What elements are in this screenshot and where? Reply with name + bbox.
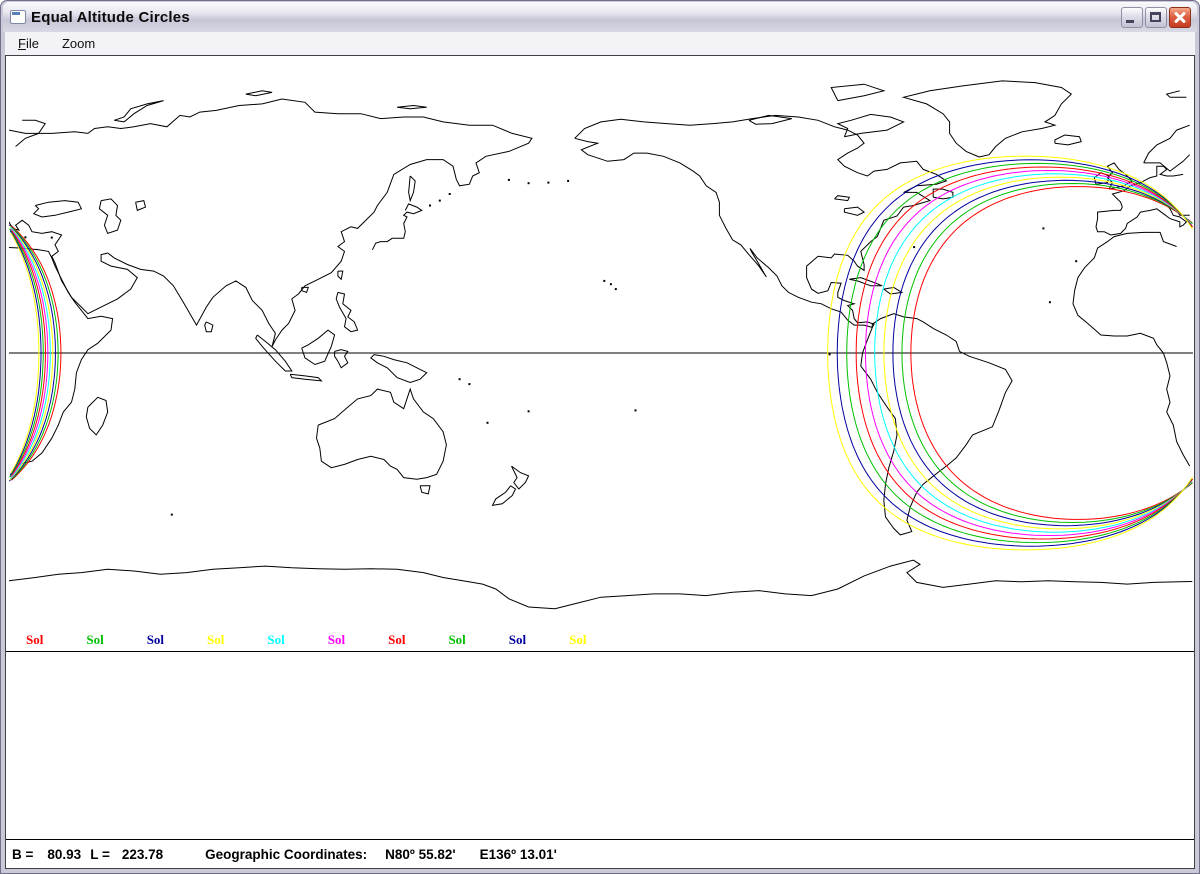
sol-label-4: Sol — [207, 632, 224, 648]
menu-bar: File Zoom — [5, 32, 1195, 55]
island-dot — [603, 280, 605, 282]
sol-label-6: Sol — [328, 632, 345, 648]
minimize-icon — [1126, 20, 1134, 23]
coastline-sri-lanka — [205, 322, 213, 332]
b-label: B = — [12, 847, 33, 862]
sol-label-8: Sol — [448, 632, 465, 648]
window-controls — [1121, 7, 1191, 28]
island-dot — [508, 179, 510, 181]
coastline-scandinavia — [16, 120, 1190, 171]
island-dot — [171, 514, 173, 516]
coastline-taiwan — [338, 271, 343, 279]
island-dot — [615, 288, 617, 290]
island-dot — [635, 409, 637, 411]
sol-label-3: Sol — [147, 632, 164, 648]
coastline-lake-huron-erie — [844, 207, 864, 215]
world-map[interactable] — [9, 58, 1193, 648]
coastline-baffin-island — [838, 114, 904, 136]
coastline-japan — [372, 204, 421, 250]
title-bar[interactable]: Equal Altitude Circles — [3, 2, 1197, 32]
coords-latitude: N80º 55.82' — [385, 847, 455, 862]
coastline-svalbard — [1167, 91, 1187, 98]
coastline-antarctica — [9, 560, 1192, 609]
island-dot — [51, 237, 53, 239]
island-dot — [547, 182, 549, 184]
island-dot — [528, 182, 530, 184]
coastline-europe-south — [9, 166, 1190, 235]
island-dot — [449, 193, 451, 195]
island-dot — [459, 378, 461, 380]
menu-file[interactable]: File — [14, 34, 43, 53]
minimize-button[interactable] — [1121, 7, 1143, 28]
coastline-africa — [9, 232, 1190, 466]
coastline-black-sea — [34, 201, 82, 217]
b-value: 80.93 — [47, 847, 81, 862]
coastline-eurasia — [9, 99, 532, 346]
island-dot — [487, 422, 489, 424]
sol-label-9: Sol — [509, 632, 526, 648]
island-dot — [913, 246, 915, 248]
coords-longitude: E136º 13.01' — [480, 847, 557, 862]
l-label: L = — [90, 847, 110, 862]
coastline-nz-south — [493, 486, 516, 506]
coastline-lake-superior — [835, 196, 850, 201]
island-dot — [1042, 227, 1044, 229]
coastline-novaya-zemlya — [114, 101, 163, 122]
island-dot — [1049, 301, 1051, 303]
island-dot — [468, 383, 470, 385]
coastline-sulawesi — [335, 350, 348, 368]
island-dot — [24, 236, 26, 238]
island-dot — [429, 205, 431, 207]
window-icon — [10, 10, 26, 24]
sol-label-5: Sol — [267, 632, 284, 648]
coastline-greenland — [904, 81, 1072, 157]
coastline-ellesmere-island — [831, 84, 884, 100]
maximize-button[interactable] — [1145, 7, 1167, 28]
close-button[interactable] — [1169, 7, 1191, 28]
maximize-icon — [1150, 12, 1161, 22]
sol-label-10: Sol — [569, 632, 586, 648]
coastline-victoria-island — [749, 115, 792, 124]
coastline-severnaya-zemlya — [246, 91, 272, 96]
l-value: 223.78 — [122, 847, 163, 862]
coastline-philippines — [336, 292, 357, 331]
coastline-borneo — [302, 330, 335, 364]
sol-label-2: Sol — [86, 632, 103, 648]
sol-label-7: Sol — [388, 632, 405, 648]
coastline-new-siberian-is — [397, 106, 427, 109]
sol-label-1: Sol — [26, 632, 43, 648]
island-dot — [439, 200, 441, 202]
coords-label: Geographic Coordinates: — [205, 847, 367, 862]
client-area: Sol Sol Sol Sol Sol Sol Sol Sol Sol Sol B = 80.93… — [5, 55, 1195, 869]
coastline-new-guinea — [371, 355, 427, 383]
coastline-nz-north — [512, 466, 529, 489]
coastline-caspian-sea — [99, 199, 120, 234]
island-dot — [567, 180, 569, 182]
coastline-tasmania — [420, 486, 430, 494]
coastline-madagascar — [86, 397, 107, 435]
menu-zoom[interactable]: Zoom — [58, 34, 99, 53]
app-window: Equal Altitude Circles File Zoom SolSolS… — [0, 0, 1200, 874]
coastline-sakhalin — [409, 176, 416, 201]
island-dot — [528, 410, 530, 412]
island-dot — [829, 353, 831, 355]
coastline-java — [290, 374, 321, 381]
island-dot — [610, 283, 612, 285]
status-bar: B = 80.93 L = 223.78 Geographic Coordina… — [6, 839, 1194, 868]
window-title: Equal Altitude Circles — [31, 9, 190, 26]
coastline-aral-sea — [136, 201, 146, 211]
coastline-iceland — [1055, 135, 1081, 145]
island-dot — [1075, 260, 1077, 262]
coastline-australia — [317, 389, 447, 479]
world-map-panel[interactable]: Sol Sol Sol Sol Sol Sol Sol Sol Sol Sol — [6, 56, 1194, 652]
